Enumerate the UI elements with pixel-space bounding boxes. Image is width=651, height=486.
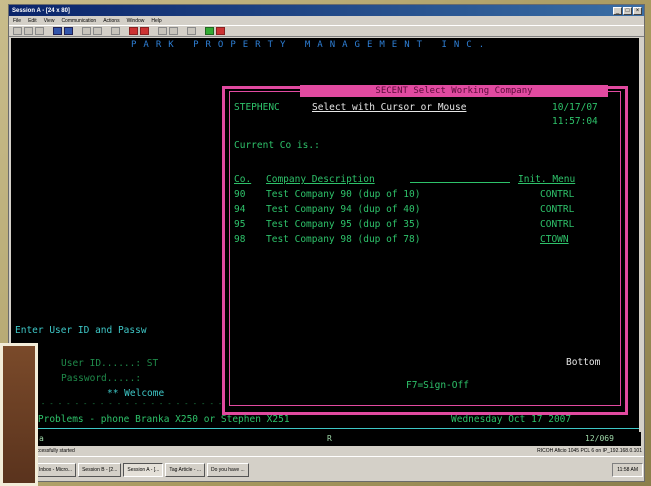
menu-window[interactable]: Window <box>127 18 145 24</box>
password-field[interactable]: Password.....: <box>61 373 141 384</box>
menu-actions[interactable]: Actions <box>103 18 119 24</box>
send-icon[interactable] <box>53 27 62 35</box>
keyboard-icon[interactable] <box>111 27 120 35</box>
dialog-user: STEPHENC <box>234 102 280 113</box>
row-menu[interactable]: CONTRL <box>540 204 574 215</box>
insert-indicator: R <box>327 434 332 443</box>
taskbar-item-session-b[interactable]: Session B - [2... <box>78 463 122 477</box>
play-macro-icon[interactable] <box>158 27 167 35</box>
dialog-frame: SECENT Select Working Company STEPHENC S… <box>229 85 621 406</box>
display-icon[interactable] <box>82 27 91 35</box>
dialog-time: 11:57:04 <box>552 116 598 127</box>
windows-taskbar: Inbox - Micro... Session B - [2... Sessi… <box>9 456 644 481</box>
system-tray: 11:58 AM <box>612 463 643 477</box>
taskbar-item-tag-article[interactable]: Tag Article - ... <box>165 463 206 477</box>
row-co[interactable]: 90 <box>234 189 245 200</box>
dialog-instruction: Select with Cursor or Mouse <box>312 102 467 113</box>
status-line: Any Problems - phone Branka X250 or Step… <box>11 414 639 432</box>
window-title: Session A - [24 x 80] <box>12 7 70 14</box>
divider-dots: - - - - - - - - - - - - - - - - - - - - … <box>41 400 240 408</box>
operator-info-area: a R 12/069 <box>11 432 641 446</box>
menu-help[interactable]: Help <box>151 18 161 24</box>
menu-bar: File Edit View Communication Actions Win… <box>9 16 644 25</box>
row-menu[interactable]: CONTRL <box>540 219 574 230</box>
signoff-key[interactable]: F7=Sign-Off <box>406 380 469 391</box>
color-map-icon[interactable] <box>187 27 196 35</box>
login-prompt: Enter User ID and Passw <box>15 325 147 336</box>
mode-indicator: a <box>39 434 44 443</box>
window-controls: _ □ × <box>613 6 644 15</box>
emulator-window: Session A - [24 x 80] _ □ × File Edit Vi… <box>8 4 645 482</box>
row-description[interactable]: Test Company 90 (dup of 10) <box>266 189 420 200</box>
row-description[interactable]: Test Company 98 (dup of 78) <box>266 234 420 245</box>
transfer-icon[interactable] <box>169 27 178 35</box>
user-id-field[interactable]: User ID......: ST <box>61 358 158 369</box>
taskbar-item-document[interactable]: Do you have ... <box>207 463 249 477</box>
header-co: Co. <box>234 174 252 185</box>
row-description[interactable]: Test Company 94 (dup of 40) <box>266 204 420 215</box>
maximize-button[interactable]: □ <box>623 6 632 15</box>
row-menu[interactable]: CTOWN <box>540 234 569 245</box>
date-line: Wednesday Oct 17 2007 <box>451 414 572 425</box>
dialog-title: SECENT Select Working Company <box>300 85 608 97</box>
row-co[interactable]: 98 <box>234 234 245 245</box>
header-description: Company Description <box>266 174 375 185</box>
header-init-menu: Init. Menu <box>518 174 576 185</box>
menu-view[interactable]: View <box>44 18 55 24</box>
disconnect-icon[interactable] <box>216 27 225 35</box>
title-bar[interactable]: Session A - [24 x 80] _ □ × <box>9 5 644 16</box>
print-icon[interactable] <box>13 27 22 35</box>
paste-icon[interactable] <box>35 27 44 35</box>
row-menu[interactable]: CONTRL <box>540 189 574 200</box>
company-banner: PARK PROPERTY MANAGEMENT INC. <box>131 40 492 50</box>
record-macro-icon[interactable] <box>129 27 138 35</box>
taskbar-item-session-a[interactable]: Session A - [... <box>123 463 164 477</box>
terminal-screen[interactable]: PARK PROPERTY MANAGEMENT INC. Enter User… <box>11 38 639 432</box>
list-bottom-indicator: Bottom <box>566 357 601 368</box>
stop-macro-icon[interactable] <box>140 27 149 35</box>
printer-status: RICOH Aficio 1045 PCL 6 on IP_192.168.0.… <box>537 448 642 454</box>
connect-icon[interactable] <box>205 27 214 35</box>
minimize-button[interactable]: _ <box>613 6 622 15</box>
menu-communication[interactable]: Communication <box>61 18 96 24</box>
toolbar <box>9 25 644 37</box>
close-button[interactable]: × <box>633 6 642 15</box>
row-co[interactable]: 95 <box>234 219 245 230</box>
menu-file[interactable]: File <box>13 18 21 24</box>
current-company-label: Current Co is.: <box>234 140 320 151</box>
cursor-position: 12/069 <box>585 434 614 443</box>
taskbar-item-inbox[interactable]: Inbox - Micro... <box>35 463 77 477</box>
row-co[interactable]: 94 <box>234 204 245 215</box>
receive-icon[interactable] <box>64 27 73 35</box>
setup-icon[interactable] <box>93 27 102 35</box>
clock[interactable]: 11:58 AM <box>617 464 638 476</box>
dialog-date: 10/17/07 <box>552 102 598 113</box>
copy-icon[interactable] <box>24 27 33 35</box>
desk-photo-frame <box>0 343 38 486</box>
welcome-text: ** Welcome <box>107 388 165 399</box>
status-bar: Session successfully started RICOH Afici… <box>9 446 644 456</box>
select-company-dialog: SECENT Select Working Company STEPHENC S… <box>222 85 628 415</box>
menu-edit[interactable]: Edit <box>28 18 37 24</box>
help-line: Any Problems - phone Branka X250 or Step… <box>15 414 290 425</box>
row-description[interactable]: Test Company 95 (dup of 35) <box>266 219 420 230</box>
